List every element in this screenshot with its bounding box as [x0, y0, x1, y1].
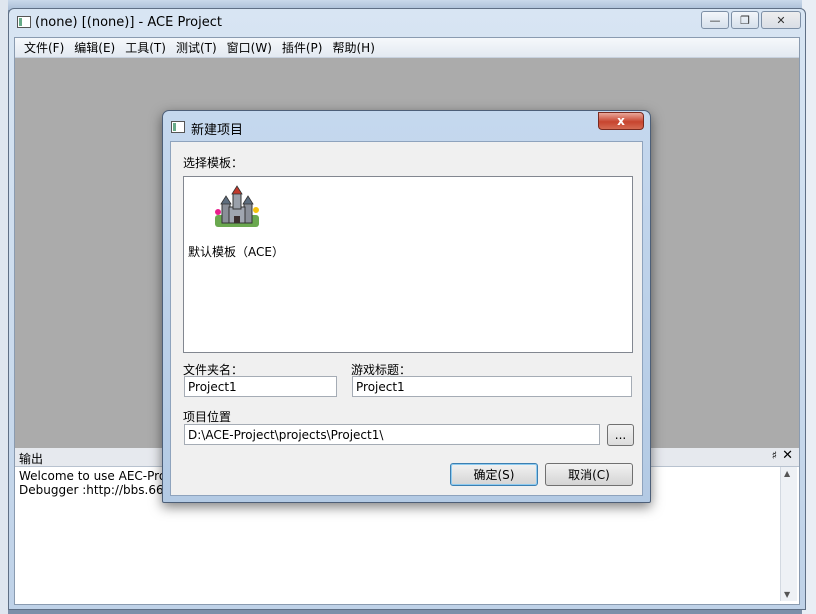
app-icon: [17, 16, 31, 28]
browse-button[interactable]: ...: [607, 424, 634, 446]
game-title-input[interactable]: [352, 376, 632, 397]
dialog-title: 新建项目: [191, 123, 244, 138]
folder-name-input[interactable]: [184, 376, 337, 397]
template-label: 选择模板：: [183, 156, 244, 170]
output-title: 输出: [19, 452, 44, 466]
template-item-default[interactable]: 默认模板（ACE）: [188, 185, 298, 265]
menu-bar: 文件(F) 编辑(E) 工具(T) 测试(T) 窗口(W) 插件(P) 帮助(H…: [15, 38, 799, 58]
ok-button[interactable]: 确定(S): [450, 463, 538, 486]
castle-icon: [215, 185, 259, 227]
dialog-close-button[interactable]: x: [598, 112, 644, 130]
background-left-strip: [0, 0, 8, 614]
dialog-icon: [171, 121, 185, 133]
project-location-input[interactable]: [184, 424, 600, 445]
scroll-up-icon[interactable]: ▲: [784, 469, 790, 478]
scroll-down-icon[interactable]: ▼: [784, 590, 790, 599]
window-controls: — ❐ ✕: [701, 11, 801, 29]
location-label: 项目位置: [183, 410, 232, 424]
menu-window[interactable]: 窗口(W): [222, 39, 277, 56]
window-close-button[interactable]: ✕: [761, 11, 801, 29]
output-line: Debugger :http://bbs.66r: [19, 483, 169, 497]
dialog-body: 选择模板： 默认模板（ACE） 文件夹名： Project1 游戏标题： Pro…: [170, 141, 643, 496]
minimize-button[interactable]: —: [701, 11, 729, 29]
menu-test[interactable]: 测试(T): [171, 39, 222, 56]
pin-icon[interactable]: ♯: [772, 449, 777, 462]
window-title: (none) [(none)] - ACE Project: [35, 15, 222, 30]
menu-tools[interactable]: 工具(T): [120, 39, 171, 56]
new-project-dialog: 新建项目 x 选择模板： 默认模板（ACE） 文件夹名： Project1 游戏…: [162, 110, 651, 503]
template-list[interactable]: 默认模板（ACE）: [183, 176, 633, 353]
menu-edit[interactable]: 编辑(E): [69, 39, 120, 56]
menu-help[interactable]: 帮助(H): [327, 39, 379, 56]
menu-file[interactable]: 文件(F): [19, 39, 69, 56]
output-text: Welcome to use AEC-Proj Debugger :http:/…: [19, 469, 170, 497]
output-close-icon[interactable]: ✕: [782, 448, 793, 463]
output-line: Welcome to use AEC-Proj: [19, 469, 170, 483]
template-item-label: 默认模板（ACE）: [188, 245, 284, 259]
cancel-button[interactable]: 取消(C): [545, 463, 633, 486]
menu-plugins[interactable]: 插件(P): [277, 39, 328, 56]
output-scrollbar[interactable]: ▲ ▼: [780, 467, 797, 601]
restore-button[interactable]: ❐: [731, 11, 759, 29]
